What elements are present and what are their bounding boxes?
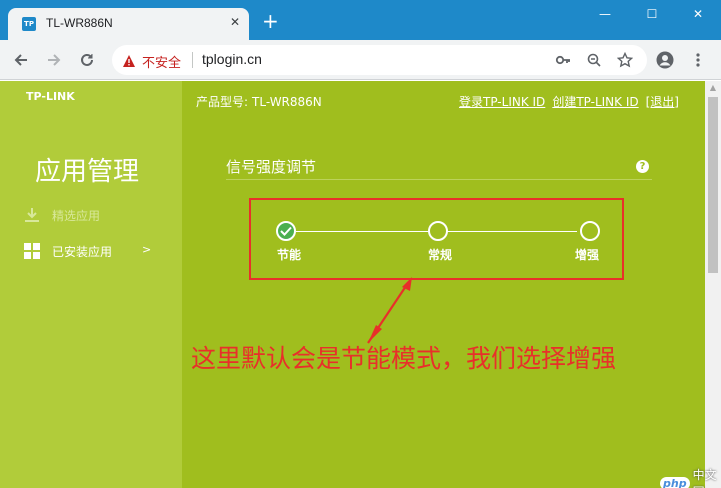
reload-icon[interactable]: [78, 51, 96, 69]
tp-link-logo: TP-LINK: [26, 90, 75, 103]
address-bar[interactable]: 不安全 tplogin.cn: [112, 45, 647, 75]
create-tplink-id-link[interactable]: 创建TP-LINK ID: [552, 93, 638, 110]
sidebar-item-installed-apps[interactable]: 已安装应用 >: [24, 241, 174, 261]
checkmark-icon: [280, 226, 292, 236]
signal-option-label-enhanced: 增强: [575, 248, 600, 262]
browser-titlebar: TP TL-WR886N ✕ + — ☐ ✕: [0, 0, 721, 40]
new-tab-button[interactable]: +: [262, 11, 279, 31]
sidebar: TP-LINK 应用管理 精选应用 已安装应用 >: [0, 81, 182, 488]
scroll-up-icon[interactable]: ▲: [705, 81, 721, 95]
tp-link-favicon-icon: TP: [22, 17, 36, 31]
logout-link[interactable]: [退出]: [646, 93, 679, 110]
signal-option-normal[interactable]: [428, 221, 448, 241]
router-admin-page: TP-LINK 应用管理 精选应用 已安装应用 > 产品型号: TL-WR886N…: [0, 81, 705, 488]
back-arrow-icon[interactable]: [12, 51, 30, 69]
product-model: 产品型号: TL-WR886N: [196, 93, 322, 110]
php-logo: php: [660, 476, 690, 488]
url-text[interactable]: tplogin.cn: [202, 51, 262, 67]
annotation-arrow-icon: [367, 277, 412, 344]
signal-option-label-normal: 常规: [428, 248, 453, 262]
signal-option-enhanced[interactable]: [580, 221, 600, 241]
security-status-label[interactable]: 不安全: [142, 52, 181, 71]
scrollbar-thumb[interactable]: [708, 97, 718, 273]
sidebar-title: 应用管理: [35, 157, 140, 187]
chevron-right-icon: >: [142, 243, 152, 256]
section-title: 信号强度调节: [226, 158, 317, 176]
help-icon[interactable]: ?: [636, 160, 649, 173]
window-close-button[interactable]: ✕: [689, 6, 707, 22]
bookmark-star-icon[interactable]: [617, 52, 633, 68]
url-separator: [192, 52, 193, 68]
model-label: 产品型号:: [196, 95, 249, 109]
window-maximize-button[interactable]: ☐: [643, 6, 661, 22]
login-tplink-id-link[interactable]: 登录TP-LINK ID: [459, 93, 545, 110]
signal-option-label-power-saving: 节能: [277, 248, 302, 262]
download-icon: [24, 207, 40, 223]
window-minimize-button[interactable]: —: [596, 6, 614, 22]
zoom-icon[interactable]: [586, 52, 602, 68]
section-divider: [226, 179, 652, 180]
forward-arrow-icon[interactable]: [45, 51, 63, 69]
warning-triangle-icon[interactable]: [122, 53, 136, 67]
annotation-text: 这里默认会是节能模式，我们选择增强: [191, 344, 617, 373]
sidebar-item-label: 精选应用: [52, 208, 101, 223]
page-scrollbar[interactable]: ▲: [705, 81, 721, 488]
more-menu-icon[interactable]: [689, 51, 707, 69]
sidebar-item-label: 已安装应用: [52, 244, 113, 259]
tab-title: TL-WR886N: [46, 16, 113, 30]
php-cn-watermark: php 中文网: [660, 466, 721, 488]
profile-avatar-icon[interactable]: [656, 51, 674, 69]
grid-icon: [24, 243, 40, 259]
tab-close-icon[interactable]: ✕: [227, 14, 243, 30]
watermark-text: 中文网: [692, 468, 717, 488]
signal-option-power-saving[interactable]: [276, 221, 296, 241]
model-value: TL-WR886N: [252, 95, 322, 109]
browser-toolbar: 不安全 tplogin.cn: [0, 40, 721, 80]
sidebar-item-featured-apps[interactable]: 精选应用: [24, 205, 174, 225]
key-icon[interactable]: [555, 52, 571, 68]
header-links: 登录TP-LINK ID 创建TP-LINK ID [退出]: [459, 93, 679, 110]
browser-tab[interactable]: TP TL-WR886N ✕: [8, 8, 249, 40]
